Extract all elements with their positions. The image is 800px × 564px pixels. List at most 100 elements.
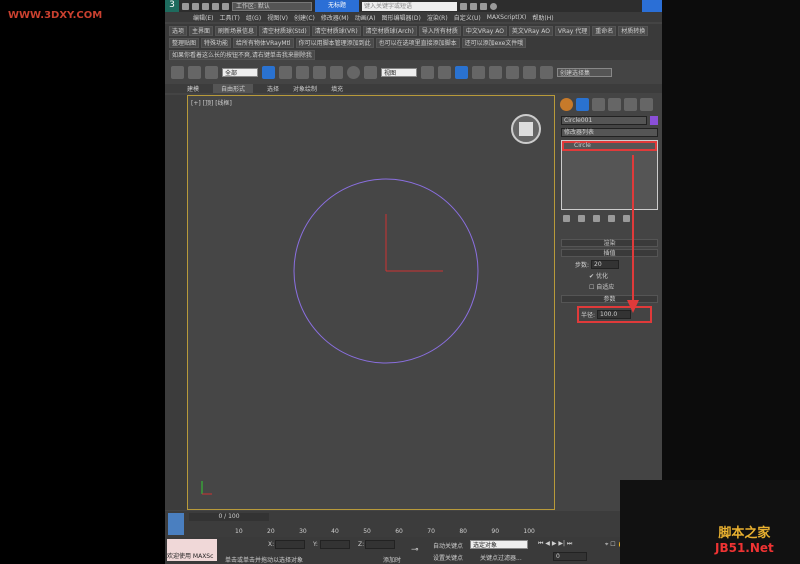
adaptive-checkbox[interactable]: ☐ 自适应 <box>589 282 658 291</box>
top-viewport[interactable]: [+] [顶] [线框] <box>187 95 555 510</box>
key-icon[interactable] <box>470 2 477 10</box>
named-selection-dropdown[interactable]: 创建选择集 <box>557 67 612 77</box>
binoculars-icon[interactable] <box>460 2 467 10</box>
menu-item[interactable]: 编辑(E) <box>193 13 213 22</box>
menu-item[interactable]: 帮助(H) <box>532 13 553 22</box>
script-button[interactable]: 你可以用脚本管理添加到此 <box>295 38 374 48</box>
star-icon[interactable] <box>480 2 487 10</box>
open-icon[interactable] <box>192 2 199 10</box>
script-button[interactable]: 主界面 <box>189 26 214 36</box>
window-crossing-icon[interactable] <box>313 65 326 79</box>
current-frame-field[interactable]: 0 <box>553 552 587 561</box>
redo-icon[interactable] <box>222 2 229 10</box>
motion-tab-icon[interactable] <box>608 98 621 111</box>
ribbon-tab[interactable]: 填充 <box>331 84 343 93</box>
unlink-icon[interactable] <box>188 65 201 79</box>
script-button[interactable]: 重命名 <box>592 26 617 36</box>
script-button[interactable]: 整理贴图 <box>169 38 200 48</box>
rollout-rendering[interactable]: 渲染 <box>561 239 658 247</box>
script-button[interactable]: 还可以添加exe文件哦 <box>461 38 527 48</box>
time-slider[interactable]: 0 / 100 <box>189 513 269 521</box>
hierarchy-tab-icon[interactable] <box>592 98 605 111</box>
menu-item[interactable]: 工具(T) <box>219 13 239 22</box>
show-end-result-icon[interactable] <box>578 215 585 222</box>
pivot-icon[interactable] <box>421 65 434 79</box>
steps-spinner[interactable]: 20 <box>591 260 620 269</box>
script-button[interactable]: 清空材质球(VR) <box>311 26 361 36</box>
scale-icon[interactable] <box>364 65 377 79</box>
select-object-icon[interactable] <box>262 65 275 79</box>
spinner-snap-icon[interactable] <box>523 65 536 79</box>
angle-snap-icon[interactable] <box>489 65 502 79</box>
edit-named-sel-icon[interactable] <box>540 65 553 79</box>
script-button[interactable]: 清空材质球(Arch) <box>362 26 417 36</box>
autokey-button[interactable]: 自动关键点 <box>433 541 463 550</box>
ref-coord-dropdown[interactable]: 视图 <box>381 67 417 77</box>
menu-item[interactable]: 修改器(M) <box>321 13 349 22</box>
object-name-field[interactable]: Circle001 <box>561 116 647 125</box>
help-icon[interactable] <box>490 2 497 10</box>
rollout-interpolation[interactable]: 插值 <box>561 249 658 257</box>
create-tab-icon[interactable] <box>560 98 573 111</box>
script-button[interactable]: 中文VRay AO <box>462 26 507 36</box>
link-icon[interactable] <box>171 65 184 79</box>
x-field[interactable] <box>275 540 305 549</box>
workspace-dropdown[interactable]: 工作区: 默认 <box>232 1 312 11</box>
selected-dropdown[interactable]: 选定对象 <box>470 540 528 549</box>
ribbon-tab[interactable]: 选择 <box>267 84 279 93</box>
script-button[interactable]: 给所有物体VRayMtl <box>233 38 294 48</box>
z-field[interactable] <box>365 540 395 549</box>
rollout-parameters[interactable]: 参数 <box>561 295 658 303</box>
menu-item[interactable]: 渲染(R) <box>427 13 448 22</box>
manipulate-icon[interactable] <box>438 65 451 79</box>
script-button[interactable]: 刷新场景信息 <box>215 26 258 36</box>
menu-item[interactable]: 动画(A) <box>355 13 376 22</box>
minimize-button[interactable] <box>642 0 662 12</box>
make-unique-icon[interactable] <box>593 215 600 222</box>
selection-filter-dropdown[interactable]: 全部 <box>222 67 258 77</box>
save-icon[interactable] <box>202 2 209 10</box>
menu-item[interactable]: 图形编辑器(D) <box>382 13 421 22</box>
add-time-tag[interactable]: 添加时 <box>383 555 401 564</box>
key-filters-button[interactable]: 关键点过滤器... <box>480 553 522 562</box>
undo-icon[interactable] <box>212 2 219 10</box>
playback-controls[interactable]: ⏮ ◀ ▶ ▶| ⏭ <box>538 540 572 548</box>
mini-listener[interactable] <box>168 513 184 535</box>
script-button[interactable]: 导入所有材质 <box>418 26 461 36</box>
object-color-swatch[interactable] <box>650 116 658 125</box>
app-logo-icon[interactable]: 3 <box>165 0 179 12</box>
snap-icon[interactable] <box>472 65 485 79</box>
ribbon-tab[interactable]: 自由形式 <box>213 84 254 93</box>
remove-modifier-icon[interactable] <box>608 215 615 222</box>
script-button[interactable]: 选项 <box>169 26 188 36</box>
script-button[interactable]: 英文VRay AO <box>508 26 553 36</box>
modify-tab-icon[interactable] <box>576 98 589 111</box>
menu-item[interactable]: 组(G) <box>246 13 261 22</box>
y-field[interactable] <box>320 540 350 549</box>
script-button[interactable]: 如果你看着这么长的按钮不爽,请右键单击我来删除我 <box>169 50 315 60</box>
welcome-box[interactable]: 欢迎使用 MAXSc <box>167 539 217 561</box>
script-button[interactable]: 清空材质球(Std) <box>259 26 310 36</box>
percent-snap-icon[interactable] <box>506 65 519 79</box>
script-button[interactable]: VRay 代理 <box>554 26 591 36</box>
key-icon[interactable]: ⊸ <box>411 545 419 555</box>
script-button[interactable]: 也可以在选项里直接添加脚本 <box>375 38 460 48</box>
search-input[interactable]: 键入关键字或短语 <box>362 1 457 11</box>
ribbon-tab[interactable]: 建模 <box>187 84 199 93</box>
ribbon-tab[interactable]: 对象绘制 <box>293 84 317 93</box>
pin-stack-icon[interactable] <box>563 215 570 222</box>
stack-item-circle[interactable]: Circle <box>562 141 657 151</box>
setkey-button[interactable]: 设置关键点 <box>433 553 463 562</box>
menu-item[interactable]: 自定义(U) <box>454 13 481 22</box>
script-button[interactable]: 特殊功能 <box>201 38 232 48</box>
utilities-tab-icon[interactable] <box>640 98 653 111</box>
display-tab-icon[interactable] <box>624 98 637 111</box>
menu-item[interactable]: 创建(C) <box>294 13 315 22</box>
radius-spinner[interactable]: 100.0 <box>597 310 632 319</box>
bind-spacewarp-icon[interactable] <box>205 65 218 79</box>
keyboard-shortcut-icon[interactable] <box>455 65 468 79</box>
select-by-name-icon[interactable] <box>279 65 292 79</box>
menu-item[interactable]: MAXScript(X) <box>487 14 527 21</box>
move-icon[interactable] <box>330 65 343 79</box>
script-button[interactable]: 材质转换 <box>618 26 649 36</box>
